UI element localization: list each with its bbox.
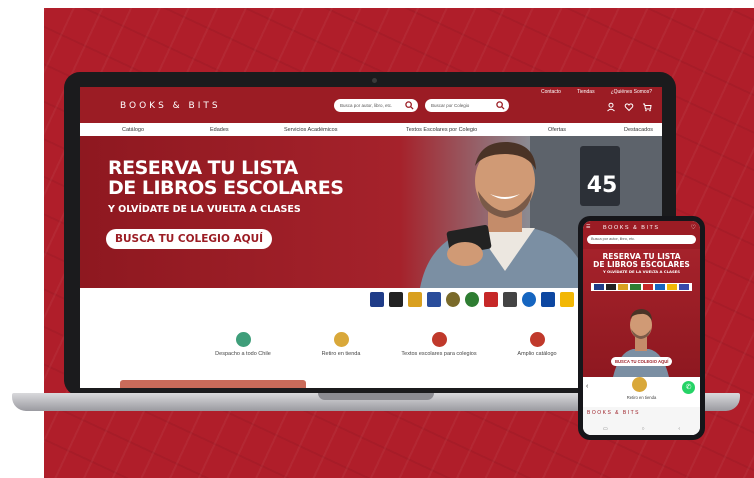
- door-number: 45: [587, 173, 618, 198]
- mobile-footer-logo: BOOKS & BITS: [587, 410, 641, 416]
- phone-screen: ☰ BOOKS & BITS ♡ Busca por autor, libro,…: [583, 221, 700, 435]
- camera: [372, 78, 377, 83]
- top-links: Contacto Tiendas ¿Quiénes Somos?: [541, 87, 652, 96]
- mobile-hero-line3: Y OLVÍDATE DE LA VUELTA A CLASES: [602, 269, 681, 274]
- hero-banner: 45 RESERVA TU LISTA DE LIBROS ESCOLARES …: [80, 136, 662, 288]
- home-icon[interactable]: ○: [642, 426, 645, 432]
- search-school-input[interactable]: Buscar por Colegio: [425, 99, 509, 112]
- link-contacto[interactable]: Contacto: [541, 89, 561, 95]
- catalog-icon: [529, 332, 545, 347]
- whatsapp-icon[interactable]: ✆: [682, 381, 695, 394]
- mobile-system-nav: ▭ ○ ‹: [603, 426, 680, 432]
- heart-icon[interactable]: [624, 99, 634, 112]
- laptop-notch: [318, 393, 434, 400]
- mobile-find-school-button[interactable]: BUSCA TU COLEGIO AQUÍ: [611, 357, 673, 366]
- nav-servicios[interactable]: Servicios Académicos: [284, 127, 338, 133]
- search-icon[interactable]: [496, 101, 505, 110]
- feature-school-texts[interactable]: Textos escolares para colegios: [394, 332, 484, 357]
- link-tiendas[interactable]: Tiendas: [577, 89, 595, 95]
- mobile-hero-title: RESERVA TU LISTA DE LIBROS ESCOLARES Y O…: [583, 253, 700, 275]
- mobile-hero-line2: DE LIBROS ESCOLARES: [593, 260, 690, 269]
- mobile-search-placeholder: Busca por autor, libro, etc.: [591, 237, 636, 241]
- mobile-school-logos: [591, 283, 692, 291]
- menu-icon[interactable]: ☰: [586, 224, 590, 230]
- school-logo[interactable]: [541, 291, 555, 307]
- feature-label: Despacho a todo Chile: [215, 351, 271, 357]
- school-logo[interactable]: [408, 291, 422, 307]
- user-icon[interactable]: [606, 99, 616, 112]
- hero-subtitle: Y OLVÍDATE DE LA VUELTA A CLASES: [108, 204, 301, 215]
- search-book-input[interactable]: Busca por autor, libro, etc.: [334, 99, 418, 112]
- truck-icon: [235, 332, 251, 347]
- school-logo[interactable]: [389, 291, 403, 307]
- mobile-heart-icon[interactable]: ♡: [691, 224, 696, 231]
- school-logo[interactable]: [522, 291, 536, 307]
- feature-shipping[interactable]: Despacho a todo Chile: [198, 332, 288, 357]
- mobile-search-input[interactable]: Busca por autor, libro, etc.: [587, 235, 696, 244]
- laptop-screen: Contacto Tiendas ¿Quiénes Somos? BOOKS &…: [80, 87, 662, 388]
- school-logo[interactable]: [503, 291, 517, 307]
- school-logo[interactable]: [484, 291, 498, 307]
- site-logo[interactable]: BOOKS & BITS: [120, 101, 221, 111]
- school-logo[interactable]: [446, 291, 460, 307]
- books-icon: [431, 332, 447, 347]
- school-logo[interactable]: [370, 291, 384, 307]
- feature-label: Textos escolares para colegios: [401, 351, 477, 357]
- school-logo[interactable]: [427, 291, 441, 307]
- school-logos-strip: [110, 288, 642, 310]
- nav-destacados[interactable]: Destacados: [624, 127, 653, 133]
- search-school-placeholder: Buscar por Colegio: [431, 103, 470, 108]
- recent-apps-icon[interactable]: ▭: [603, 426, 608, 432]
- promo-card[interactable]: [120, 380, 306, 388]
- find-school-button[interactable]: BUSCA TU COLEGIO AQUÍ: [106, 229, 273, 249]
- feature-pickup[interactable]: Retiro en tienda: [296, 332, 386, 357]
- school-logo[interactable]: [560, 291, 574, 307]
- nav-textos-escolares[interactable]: Textos Escolares por Colegio: [406, 127, 477, 133]
- main-nav: Catálogo Edades Servicios Académicos Tex…: [80, 123, 662, 137]
- back-icon[interactable]: ‹: [678, 426, 680, 432]
- store-bag-icon: [333, 332, 349, 347]
- header-icons: [606, 99, 652, 112]
- carousel-prev-icon[interactable]: ‹: [586, 383, 588, 390]
- link-quienes-somos[interactable]: ¿Quiénes Somos?: [611, 89, 652, 95]
- mobile-feature-label: Retiro en tienda: [626, 395, 657, 400]
- feature-label: Retiro en tienda: [321, 351, 361, 357]
- nav-catalogo[interactable]: Catálogo: [122, 127, 144, 133]
- feature-label: Amplio catálogo: [517, 351, 557, 357]
- hero-title-line1: RESERVA TU LISTA: [108, 157, 298, 179]
- hero-title: RESERVA TU LISTA DE LIBROS ESCOLARES: [108, 157, 344, 199]
- feature-catalog[interactable]: Amplio catálogo: [492, 332, 582, 357]
- mobile-hero: RESERVA TU LISTA DE LIBROS ESCOLARES Y O…: [583, 249, 700, 377]
- search-book-placeholder: Busca por autor, libro, etc.: [340, 103, 393, 108]
- search-icon[interactable]: [405, 101, 414, 110]
- cart-icon[interactable]: [642, 99, 652, 112]
- store-bag-icon: [632, 377, 647, 392]
- mobile-logo[interactable]: BOOKS & BITS: [603, 225, 660, 231]
- nav-ofertas[interactable]: Ofertas: [548, 127, 566, 133]
- nav-edades[interactable]: Edades: [210, 127, 229, 133]
- school-logo[interactable]: [465, 291, 479, 307]
- hero-title-line2: DE LIBROS ESCOLARES: [108, 177, 344, 199]
